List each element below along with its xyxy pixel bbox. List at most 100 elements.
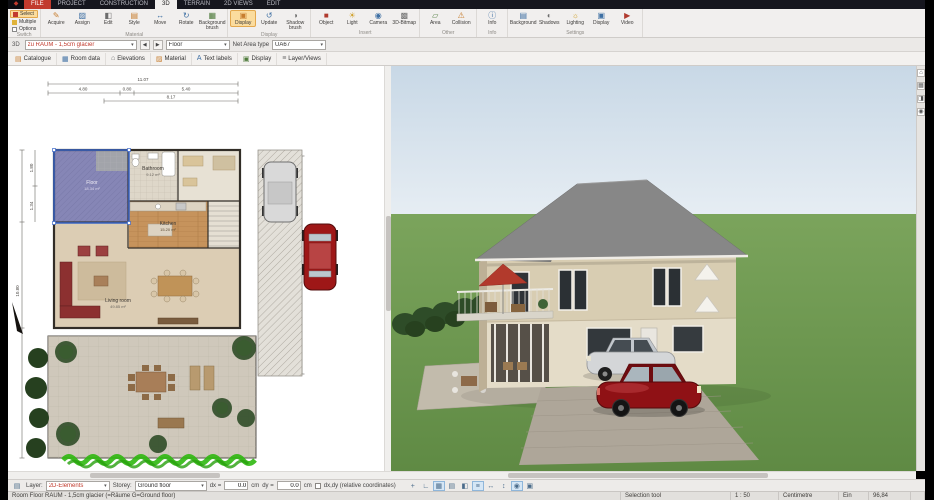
tab-3d[interactable]: 3D <box>155 0 177 9</box>
room-hall[interactable] <box>178 151 240 201</box>
ribbon-tab-bar: ◆ FILE PROJECT CONSTRUCTION 3D TERRAIN 2… <box>8 0 925 9</box>
svg-text:10.80: 10.80 <box>15 285 20 297</box>
tab-construction[interactable]: CONSTRUCTION <box>93 0 155 9</box>
lighting-button[interactable]: ☼Lighting <box>562 10 588 27</box>
light-button[interactable]: ☀Light <box>339 10 365 27</box>
display-settings-button[interactable]: ▣Display <box>588 10 614 27</box>
area-button[interactable]: ▱Area <box>422 10 448 27</box>
style-button[interactable]: ▤Style <box>121 10 147 27</box>
gray-car-top-view[interactable] <box>262 162 298 222</box>
layer-selector[interactable]: 2D-Elements▾ <box>46 481 110 491</box>
3d-bitmap-button[interactable]: ▩3D-Bitmap <box>391 10 417 27</box>
north-arrow <box>12 302 23 334</box>
shadows-button[interactable]: ◐Shadows <box>536 10 562 27</box>
background-brush-button[interactable]: ▦Background brush <box>199 10 225 32</box>
ribbon-group-info: ⓘInfo Info <box>477 9 508 37</box>
update-button[interactable]: ↺Update <box>256 10 282 27</box>
snap-toolbar: + ∟ ▦ ▤ ◧ ≡ ↔ ↕ ◉ ▣ <box>407 481 536 491</box>
grid-icon[interactable]: ▦ <box>433 481 445 491</box>
stairs[interactable] <box>208 201 240 248</box>
acquire-button[interactable]: ✎Acquire <box>43 10 69 27</box>
rotate-button[interactable]: ↻Rotate <box>173 10 199 27</box>
target-snap-icon[interactable]: ◉ <box>511 481 523 491</box>
ribbon-group-insert: ■Object ☀Light ◉Camera ▩3D-Bitmap Insert <box>311 9 420 37</box>
layers-icon: ▤ <box>11 481 23 491</box>
collision-button[interactable]: ⚠Collision <box>448 10 474 27</box>
svg-text:11.07: 11.07 <box>138 77 149 82</box>
texture-icon[interactable]: ▦ <box>917 82 925 90</box>
horizontal-scrollbar[interactable] <box>8 471 916 479</box>
display-view-icon: ▣ <box>243 55 250 63</box>
net-area-type-selector[interactable]: UA67▾ <box>272 40 326 50</box>
shadow-brush-button[interactable]: ◑Shadow brush <box>282 10 308 32</box>
3d-render <box>391 66 916 471</box>
angle-snap-icon[interactable]: ∟ <box>420 481 432 491</box>
background-button[interactable]: ▤Background <box>510 10 536 27</box>
catalogue-icon: ▤ <box>15 55 22 63</box>
text-labels-button[interactable]: AText labels <box>192 53 238 65</box>
edit-button[interactable]: ◧Edit <box>95 10 121 27</box>
layer-views-button[interactable]: ≡Layer/Views <box>277 53 327 65</box>
dy-label: dy = <box>262 483 274 489</box>
split-view-icon[interactable]: ◧ <box>459 481 471 491</box>
display-button[interactable]: ▣Display <box>230 10 256 27</box>
scrollbar-thumb[interactable] <box>508 473 768 478</box>
move-button[interactable]: ↔Move <box>147 10 173 27</box>
dy-input[interactable] <box>277 481 301 490</box>
assign-button[interactable]: ▨Assign <box>69 10 95 27</box>
previous-room-button[interactable]: ◀ <box>140 40 150 50</box>
room-selector[interactable]: zu RAUM - 1,5cm glacier▾ <box>25 40 137 50</box>
screen-icon[interactable]: ▣ <box>524 481 536 491</box>
scrollbar-thumb[interactable] <box>90 473 220 478</box>
render-icon[interactable]: ◨ <box>917 95 925 103</box>
elevations-button[interactable]: ⌂Elevations <box>106 53 151 65</box>
chevron-down-icon: ▾ <box>321 42 324 48</box>
tab-2d-views[interactable]: 2D VIEWS <box>217 0 260 9</box>
plan-vertical-scrollbar[interactable] <box>384 66 391 471</box>
multiple-button[interactable]: Multiple <box>10 19 38 25</box>
tab-project[interactable]: PROJECT <box>51 0 93 9</box>
dx-input[interactable] <box>224 481 248 490</box>
object-button[interactable]: ■Object <box>313 10 339 27</box>
home-view-icon[interactable]: ⌂ <box>917 69 925 77</box>
camera-view-icon[interactable]: ◉ <box>917 108 925 116</box>
red-car-top-view[interactable] <box>302 224 338 290</box>
chevron-down-icon: ▾ <box>131 42 134 48</box>
pan-horizontal-icon[interactable]: ↔ <box>485 481 497 491</box>
status-unit[interactable]: Centimetre <box>779 492 839 500</box>
catalogue-button[interactable]: ▤Catalogue <box>10 53 57 65</box>
layer-label: Layer: <box>26 483 43 489</box>
menu-icon[interactable]: ≡ <box>472 481 484 491</box>
tab-terrain[interactable]: TERRAIN <box>177 0 217 9</box>
chevron-down-icon: ▾ <box>201 483 204 489</box>
status-scale[interactable]: 1 : 50 <box>731 492 779 500</box>
camera-button[interactable]: ◉Camera <box>365 10 391 27</box>
layer-list-icon[interactable]: ▤ <box>446 481 458 491</box>
add-icon[interactable]: + <box>407 481 419 491</box>
storey-label: Storey: <box>113 483 132 489</box>
ribbon: Select Multiple Options Switch ✎Acquire … <box>8 9 925 38</box>
floor-plan-viewport[interactable]: 11.07 4.80 0.80 5.40 8.17 10.80 1.80 1.3… <box>8 66 384 471</box>
pan-vertical-icon[interactable]: ↕ <box>498 481 510 491</box>
relative-coordinates-label: dx,dy (relative coordinates) <box>324 483 396 489</box>
select-button[interactable]: Select <box>10 10 38 18</box>
video-button[interactable]: ▶Video <box>614 10 640 27</box>
storey-selector[interactable]: Ground floor▾ <box>135 481 207 491</box>
floor-plan-drawing: 11.07 4.80 0.80 5.40 8.17 10.80 1.80 1.3… <box>8 66 384 471</box>
status-selection-text: Room Floor RAUM - 1,5cm glacier (=Räume … <box>8 492 621 500</box>
display-view-button[interactable]: ▣Display <box>238 53 277 65</box>
info-button[interactable]: ⓘInfo <box>479 10 505 27</box>
tab-file[interactable]: FILE <box>24 0 51 9</box>
ribbon-group-material: ✎Acquire ▨Assign ◧Edit ▤Style ↔Move ↻Rot… <box>41 9 228 37</box>
balcony-plant <box>538 299 548 309</box>
material-button[interactable]: ▨Material <box>151 53 192 65</box>
tab-edit[interactable]: EDIT <box>260 0 288 9</box>
3d-viewport[interactable] <box>391 66 916 471</box>
relative-coordinates-checkbox[interactable] <box>315 483 321 489</box>
next-room-button[interactable]: ▶ <box>153 40 163 50</box>
elevations-icon: ⌂ <box>111 55 115 62</box>
room-data-button[interactable]: ▦Room data <box>57 53 106 65</box>
chevron-down-icon: ▾ <box>104 483 107 489</box>
floor-selector[interactable]: Floor▾ <box>166 40 230 50</box>
status-mode[interactable]: Ein <box>839 492 869 500</box>
